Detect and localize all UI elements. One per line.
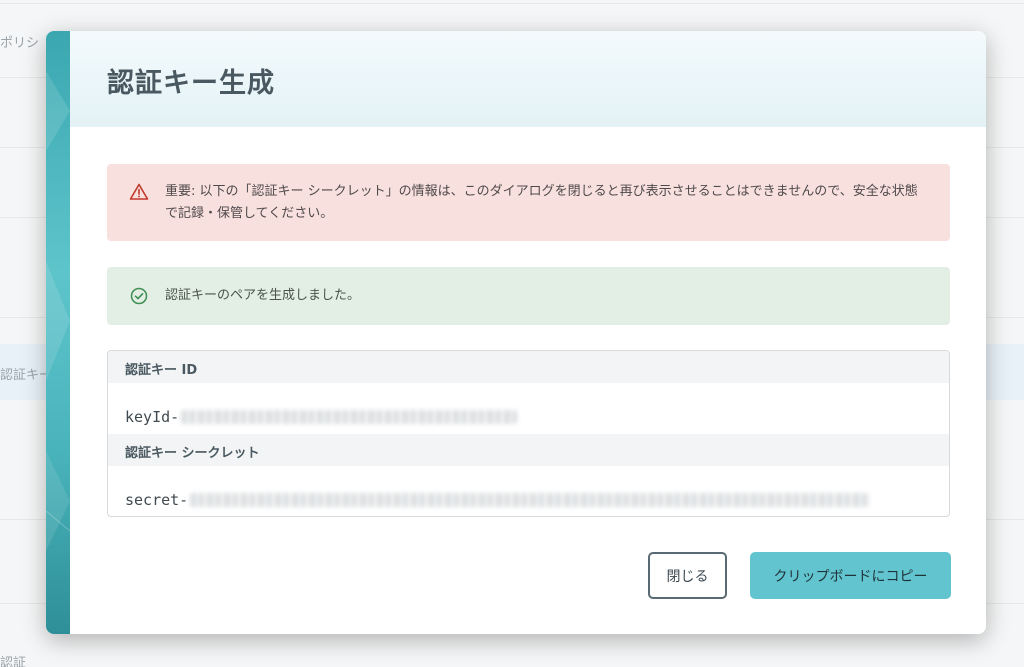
bg-auth-text: 認証 [0, 656, 27, 667]
check-circle-icon [129, 286, 149, 306]
generate-key-dialog: 認証キー生成 重要: 以下の「認証キー シークレット」の情報は、このダイアログを… [46, 31, 986, 634]
key-id-label: 認証キー ID [108, 351, 949, 383]
key-id-redacted [181, 409, 518, 424]
warning-triangle-icon [129, 182, 149, 202]
key-id-value[interactable]: keyId- [108, 383, 949, 434]
close-button[interactable]: 閉じる [648, 552, 727, 599]
key-secret-redacted [190, 492, 871, 507]
dialog-header: 認証キー生成 [70, 31, 986, 127]
dialog-accent-stripe [46, 31, 71, 634]
dialog-title: 認証キー生成 [107, 68, 275, 99]
key-secret-value[interactable]: secret- [108, 466, 949, 516]
key-details-panel: 認証キー ID keyId- 認証キー シークレット secret- [107, 350, 950, 517]
key-secret-prefix: secret- [125, 490, 189, 509]
warning-alert: 重要: 以下の「認証キー シークレット」の情報は、このダイアログを閉じると再び表… [107, 164, 950, 241]
warning-alert-text: 重要: 以下の「認証キー シークレット」の情報は、このダイアログを閉じると再び表… [165, 184, 918, 221]
stripe-pattern [46, 71, 71, 551]
key-secret-label: 認証キー シークレット [108, 434, 949, 466]
key-id-prefix: keyId- [125, 407, 180, 426]
success-alert-text: 認証キーのペアを生成しました。 [165, 288, 361, 303]
success-alert: 認証キーのペアを生成しました。 [107, 267, 950, 325]
copy-to-clipboard-button[interactable]: クリップボードにコピー [750, 552, 951, 599]
